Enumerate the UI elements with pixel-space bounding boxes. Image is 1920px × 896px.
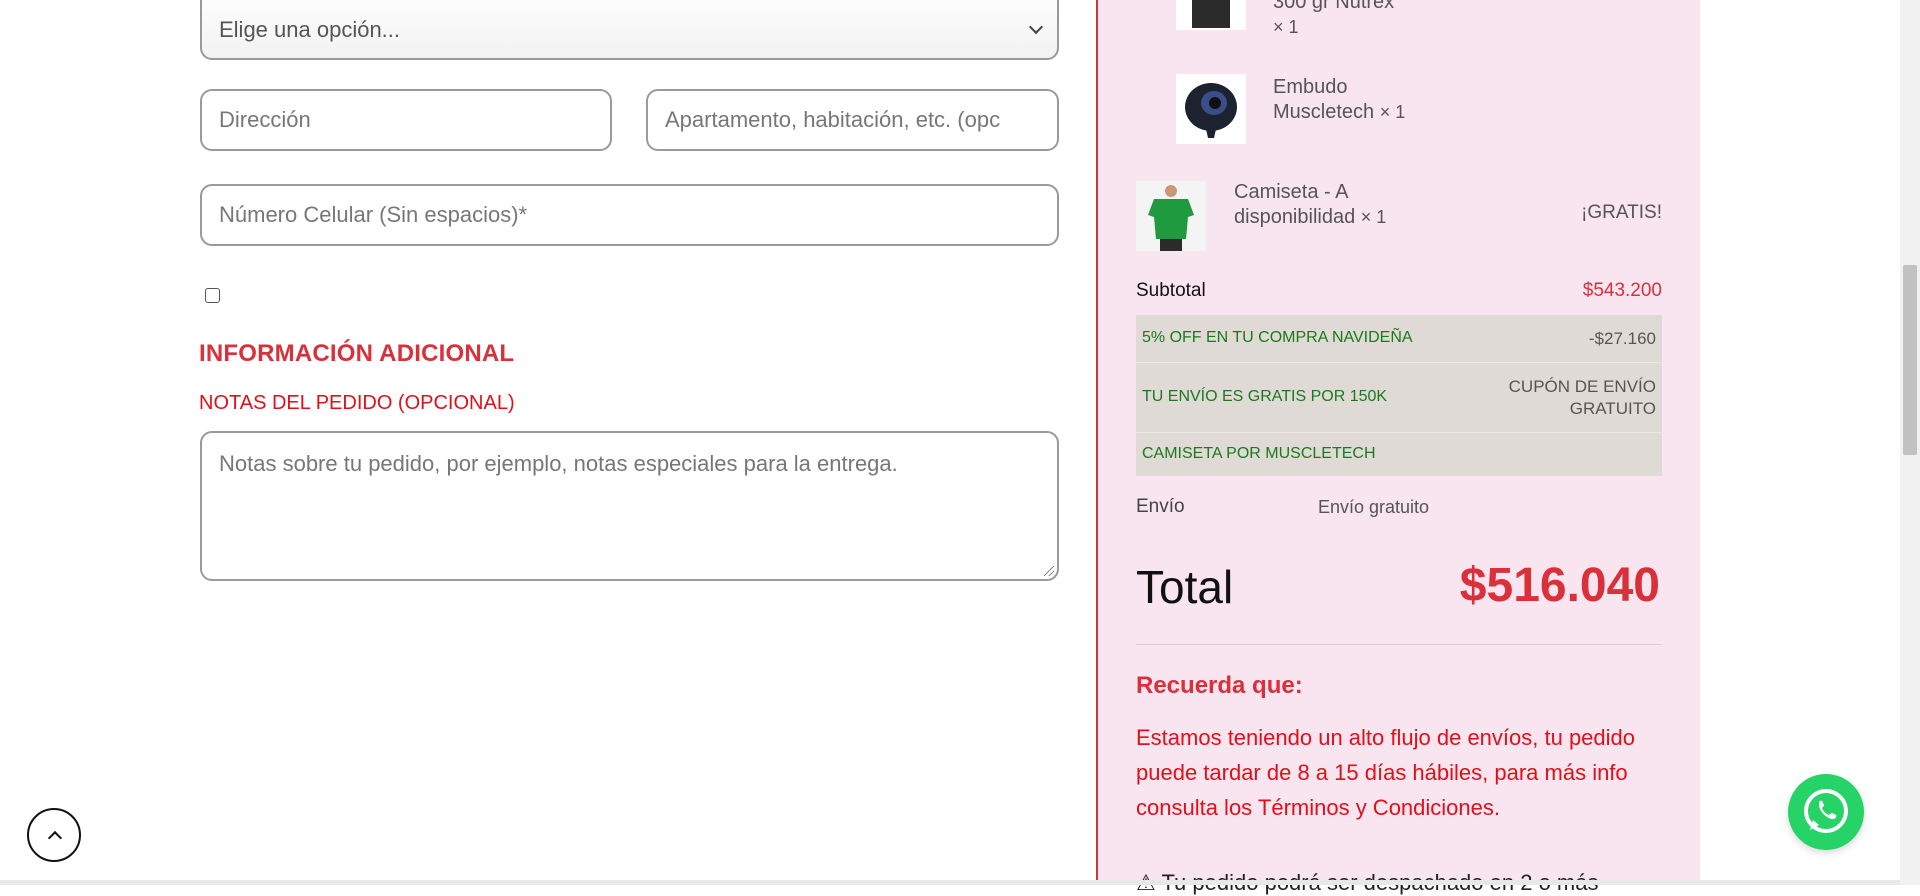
product-image-embudo [1176,74,1246,144]
coupons-box: 5% OFF EN TU COMPRA NAVIDEÑA -$27.160 TU… [1136,315,1662,476]
order-notes-label: NOTAS DEL PEDIDO (OPCIONAL) [199,392,515,414]
chevron-up-icon [47,830,63,846]
apartment-input[interactable]: Apartamento, habitación, etc. (opc [646,89,1059,151]
coupon-value: -$27.160 [1588,329,1656,348]
delivery-notice: Estamos teniendo un alto flujo de envíos… [1136,725,1636,820]
product-image-nutrex [1176,0,1246,30]
shipping-label: Envío [1136,496,1185,517]
country-select-value: Elige una opción... [219,17,401,42]
coupon-value: CUPÓN DE ENVÍO GRATUITO [1508,377,1656,418]
checkbox[interactable] [205,288,220,303]
address-input[interactable]: Dirección [200,89,612,151]
whatsapp-icon [1804,789,1848,833]
bottom-edge [0,880,1900,885]
subtotal-value: $543.200 [1582,280,1662,301]
apartment-placeholder: Apartamento, habitación, etc. (opc [665,107,1001,132]
order-item-qty: × 1 [1273,17,1299,37]
coupon-label: CAMISETA POR MUSCLETECH [1142,445,1376,462]
total-label: Total [1136,561,1234,613]
shipping-value: Envío gratuito [1318,497,1430,517]
chevron-down-icon [1028,19,1044,35]
back-to-top-button[interactable] [27,808,81,862]
address-placeholder: Dirección [219,107,311,132]
scrollbar-thumb[interactable] [1903,265,1917,455]
vertical-scrollbar[interactable] [1900,0,1920,885]
order-item-name: Embudo Muscletech × 1 [1273,76,1406,123]
phone-input[interactable]: Número Celular (Sin espacios)* [200,184,1059,246]
order-notes-placeholder: Notas sobre tu pedido, por ejemplo, nota… [219,451,898,476]
divider [1136,644,1662,645]
country-select[interactable]: Elige una opción... [200,0,1059,60]
order-item-qty: × 1 [1379,102,1406,122]
order-item-name: 300 gr Nutrex × 1 [1273,0,1395,37]
subtotal-row: Subtotal $543.200 [1136,280,1662,310]
resize-handle-icon[interactable] [1044,566,1054,576]
coupon-label: 5% OFF EN TU COMPRA NAVIDEÑA [1142,329,1413,346]
product-image-camiseta [1136,181,1206,251]
coupon-label: TU ENVÍO ES GRATIS POR 150K [1142,388,1388,405]
order-item-qty: × 1 [1360,207,1387,227]
additional-info-title: INFORMACIÓN ADICIONAL [199,340,515,367]
total-value: $516.040 [1459,559,1660,612]
order-item-price: ¡GRATIS! [1581,202,1662,223]
order-notes-textarea[interactable]: Notas sobre tu pedido, por ejemplo, nota… [200,431,1059,581]
order-item-name: Camiseta - A disponibilidad × 1 [1234,181,1387,228]
phone-placeholder: Número Celular (Sin espacios)* [219,202,528,227]
remember-title: Recuerda que: [1136,672,1303,699]
subtotal-label: Subtotal [1136,280,1206,301]
whatsapp-button[interactable] [1788,774,1864,850]
